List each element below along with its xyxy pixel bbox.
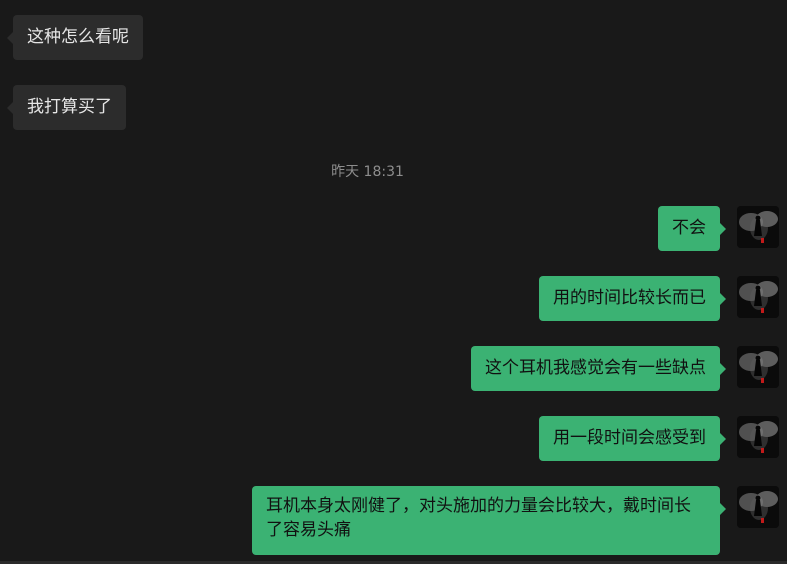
- user-avatar[interactable]: [737, 276, 779, 318]
- incoming-message-bubble[interactable]: 我打算买了: [7, 85, 126, 130]
- user-avatar[interactable]: [737, 486, 779, 528]
- user-avatar[interactable]: [737, 346, 779, 388]
- user-avatar[interactable]: [737, 206, 779, 248]
- dark-figure-avatar-icon: [737, 276, 779, 318]
- outgoing-message-bubble[interactable]: 耳机本身太刚健了，对头施加的力量会比较大，戴时间长了容易头痛: [252, 486, 726, 555]
- dark-figure-avatar-icon: [737, 206, 779, 248]
- chat-window: 这种怎么看呢 我打算买了 昨天 18:31 不会 用的时间比较长而已 这个耳机我…: [0, 0, 787, 564]
- dark-figure-avatar-icon: [737, 346, 779, 388]
- outgoing-message-bubble[interactable]: 用的时间比较长而已: [539, 276, 726, 321]
- outgoing-message-bubble[interactable]: 这个耳机我感觉会有一些缺点: [471, 346, 726, 391]
- dark-figure-avatar-icon: [737, 416, 779, 458]
- dark-figure-avatar-icon: [737, 486, 779, 528]
- incoming-message-bubble[interactable]: 这种怎么看呢: [7, 15, 143, 60]
- user-avatar[interactable]: [737, 416, 779, 458]
- outgoing-message-bubble[interactable]: 用一段时间会感受到: [539, 416, 726, 461]
- message-timestamp: 昨天 18:31: [331, 164, 404, 180]
- outgoing-message-bubble[interactable]: 不会: [658, 206, 726, 251]
